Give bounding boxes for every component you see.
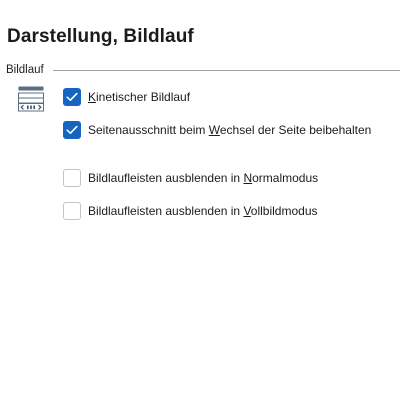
hide-scrollbars-fullscreen-label[interactable]: Bildlaufleisten ausblenden in Vollbildmo… xyxy=(88,204,318,218)
kinetic-scrolling-label[interactable]: Kinetischer Bildlauf xyxy=(88,90,190,104)
keep-page-view-mnemonic: W xyxy=(208,123,220,137)
checkmark-icon xyxy=(66,125,78,134)
hide-scrollbars-fullscreen-label-pre: Bildlaufleisten ausblenden in xyxy=(88,204,244,218)
keep-page-view-label[interactable]: Seitenausschnitt beim Wechsel der Seite … xyxy=(88,123,371,137)
keep-page-view-option[interactable]: Seitenausschnitt beim Wechsel der Seite … xyxy=(63,120,371,140)
hide-scrollbars-fullscreen-checkbox[interactable] xyxy=(63,202,81,220)
group-divider xyxy=(53,70,400,71)
kinetic-scrolling-label-post: inetischer Bildlauf xyxy=(96,90,191,104)
group-label: Bildlauf xyxy=(6,64,44,76)
hide-scrollbars-normal-label-pre: Bildlaufleisten ausblenden in xyxy=(88,171,244,185)
kinetic-scrolling-checkbox[interactable] xyxy=(63,88,81,106)
hide-scrollbars-fullscreen-option[interactable]: Bildlaufleisten ausblenden in Vollbildmo… xyxy=(63,201,318,221)
hide-scrollbars-normal-checkbox[interactable] xyxy=(63,169,81,187)
hide-scrollbars-normal-option[interactable]: Bildlaufleisten ausblenden in Normalmodu… xyxy=(63,168,318,188)
group-header: Bildlauf xyxy=(6,64,400,78)
checkmark-icon xyxy=(66,92,78,101)
settings-page: Darstellung, Bildlauf Bildlauf Kinetisch… xyxy=(0,0,400,400)
page-title: Darstellung, Bildlauf xyxy=(7,26,194,47)
kinetic-scrolling-mnemonic: K xyxy=(88,90,97,104)
hide-scrollbars-normal-label[interactable]: Bildlaufleisten ausblenden in Normalmodu… xyxy=(88,171,318,185)
keep-page-view-label-post: echsel der Seite beibehalten xyxy=(219,123,372,137)
kinetic-scrolling-option[interactable]: Kinetischer Bildlauf xyxy=(63,87,190,107)
hide-scrollbars-fullscreen-label-post: ollbildmodus xyxy=(250,204,318,218)
scroll-settings-icon xyxy=(18,86,44,112)
hide-scrollbars-fullscreen-mnemonic: V xyxy=(243,204,251,218)
keep-page-view-checkbox[interactable] xyxy=(63,121,81,139)
keep-page-view-label-pre: Seitenausschnitt beim xyxy=(88,123,209,137)
hide-scrollbars-normal-label-post: ormalmodus xyxy=(252,171,319,185)
hide-scrollbars-normal-mnemonic: N xyxy=(243,171,253,185)
